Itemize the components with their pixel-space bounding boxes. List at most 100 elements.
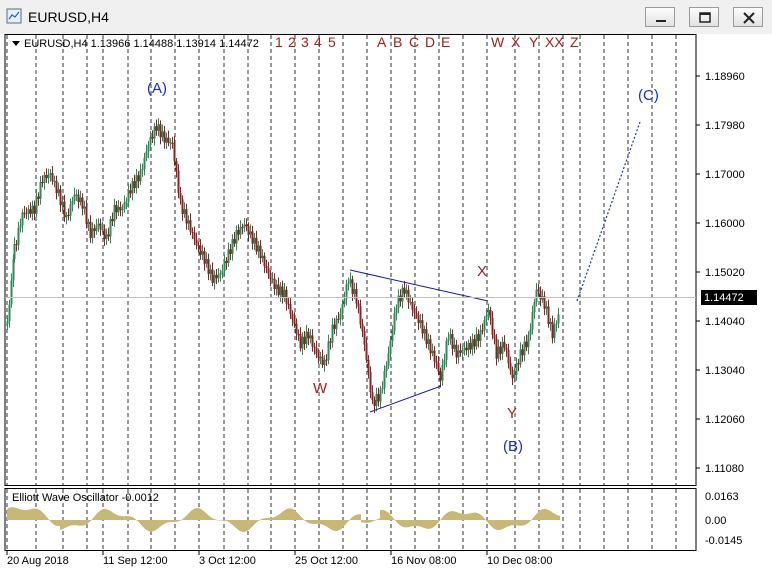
oscillator-bar <box>422 520 423 528</box>
oscillator-bar <box>151 520 152 532</box>
oscillator-bar <box>468 513 469 520</box>
oscillator-bar <box>95 515 96 520</box>
oscillator-bar <box>145 520 146 530</box>
oscillator-bar <box>76 520 77 526</box>
candle-body <box>305 331 308 344</box>
oscillator-bar <box>81 520 82 526</box>
oscillator-bar <box>108 509 109 520</box>
candle-body <box>169 142 172 144</box>
oscillator-bar <box>300 516 301 520</box>
oscillator-bar <box>239 520 240 531</box>
oscillator-bar <box>103 509 104 520</box>
candle-body <box>415 313 418 315</box>
oscillator-bar <box>118 515 119 520</box>
oscillator-bar <box>491 520 492 527</box>
oscillator-bar <box>113 512 114 520</box>
oscillator-bar <box>313 520 314 524</box>
window-title: EURUSD,H4 <box>28 9 109 25</box>
oscillator-bar <box>158 520 159 529</box>
oscillator-bar <box>238 520 239 531</box>
wave-label-a: (A) <box>147 80 167 97</box>
oscillator-bar <box>91 519 92 521</box>
oscillator-bar <box>62 520 63 530</box>
oscillator-bar <box>166 520 167 523</box>
candle-body <box>111 219 114 222</box>
oscillator-bar <box>469 513 470 520</box>
oscillator-bar <box>488 520 489 524</box>
oscillator-bar <box>66 520 67 528</box>
oscillator-bar <box>61 520 62 530</box>
oscillator-bar <box>170 520 171 523</box>
candle-body <box>511 369 514 379</box>
oscillator-bar <box>68 520 69 527</box>
oscillator-bar <box>20 509 21 520</box>
candle-body <box>71 200 74 205</box>
candle-body <box>135 175 138 188</box>
oscillator-bar <box>374 520 375 521</box>
oscillator-bar <box>371 520 372 522</box>
oscillator-bar <box>343 520 344 527</box>
candle-body <box>291 313 294 320</box>
candle-body <box>171 142 174 144</box>
candle-body <box>527 335 530 348</box>
oscillator-bar <box>259 520 260 521</box>
oscillator-bar <box>99 511 100 520</box>
oscillator-bar <box>130 516 131 520</box>
oscillator-bar <box>243 520 244 532</box>
oscillator-bar <box>402 520 403 527</box>
close-button[interactable] <box>733 7 763 27</box>
oscillator-bar <box>29 509 30 520</box>
oscillator-bar <box>41 511 42 520</box>
candle-body <box>189 220 192 232</box>
oscillator-bar <box>365 520 366 523</box>
oscillator-bar <box>32 508 33 520</box>
oscillator-bar <box>412 520 413 527</box>
oscillator-bar <box>427 520 428 529</box>
oscillator-bar <box>463 514 464 520</box>
oscillator-bar <box>539 511 540 520</box>
oscillator-bar <box>50 520 51 522</box>
oscillator-bar <box>279 514 280 520</box>
oscillator-bar <box>430 520 431 529</box>
candle-body <box>63 201 66 218</box>
minimize-button[interactable] <box>645 7 675 27</box>
oscillator-bar <box>78 520 79 526</box>
oscillator-bar <box>314 520 315 524</box>
oscillator-bar <box>206 513 207 520</box>
chart-window-icon <box>6 8 22 24</box>
candle-body <box>359 306 362 325</box>
candle-body <box>173 142 176 162</box>
oscillator-bar <box>558 515 559 520</box>
oscillator-bar <box>316 520 317 524</box>
chart-info: EURUSD,H4 1.13966 1.14488 1.13914 1.1447… <box>24 38 259 50</box>
oscillator-bar <box>464 514 465 520</box>
oscillator-bar <box>44 514 45 520</box>
oscillator-bar <box>281 512 282 520</box>
oscillator-bar <box>545 509 546 520</box>
oscillator-bar <box>368 520 369 523</box>
oscillator-bar <box>467 513 468 520</box>
oscillator-bar <box>466 513 467 520</box>
oscillator-bar <box>409 520 410 527</box>
candle-body <box>25 213 28 215</box>
oscillator-bar <box>551 511 552 520</box>
oscillator-bar <box>203 510 204 520</box>
restore-button[interactable] <box>689 7 719 27</box>
oscillator-bar <box>191 510 192 520</box>
oscillator-bar <box>214 519 215 520</box>
count-label-xx: XX <box>545 34 564 50</box>
oscillator-bar <box>505 520 506 528</box>
oscillator-bar <box>395 520 396 521</box>
count-label-e: E <box>441 34 450 50</box>
price-chart[interactable]: 1.14472 EURUSD,H4 1.13966 1.14488 1.1391… <box>0 34 772 578</box>
oscillator-bar <box>263 518 264 520</box>
oscillator-bar <box>134 518 135 520</box>
candle-body <box>413 309 416 314</box>
oscillator-bar <box>126 516 127 520</box>
oscillator-bar <box>85 520 86 525</box>
oscillator-bar <box>23 510 24 520</box>
oscillator-bar <box>241 520 242 532</box>
oscillator-bar <box>541 509 542 520</box>
chart-area[interactable]: 1.14472 EURUSD,H4 1.13966 1.14488 1.1391… <box>0 34 772 578</box>
oscillator-bar <box>367 520 368 523</box>
